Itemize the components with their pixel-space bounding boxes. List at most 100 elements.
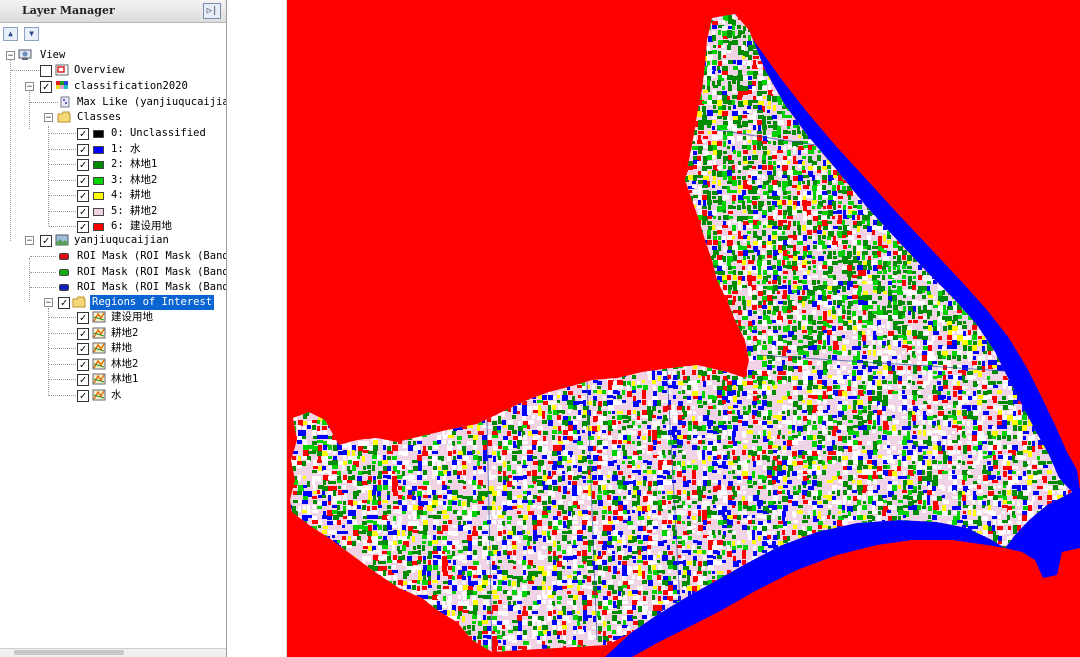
tree-label-class: 6: 建设用地 [111, 220, 172, 232]
overview-checkbox[interactable] [40, 65, 52, 77]
image-checkbox[interactable]: ✓ [40, 235, 52, 247]
roi-icon [92, 389, 106, 400]
tree-label-roi: 林地2 [111, 357, 139, 370]
roi-checkbox[interactable]: ✓ [77, 312, 89, 324]
panel-title: Layer Manager [22, 4, 115, 17]
tree-node-roi-4[interactable]: ✓ 林地1 [0, 372, 226, 387]
class-color-swatch [93, 192, 104, 200]
roi-folder-checkbox[interactable]: ✓ [58, 297, 70, 309]
class-color-swatch [93, 207, 104, 216]
class-color-swatch [93, 223, 104, 231]
class-checkbox[interactable]: ✓ [77, 174, 89, 187]
dock-icon[interactable]: ▷| [203, 3, 221, 19]
tree-label-classification: classification2020 [74, 80, 188, 92]
collapse-icon[interactable]: − [25, 82, 34, 92]
move-down-icon[interactable]: ▼ [24, 27, 39, 41]
panel-splitter[interactable] [227, 0, 287, 657]
horizontal-scrollbar[interactable] [0, 648, 226, 657]
collapse-icon[interactable]: − [6, 51, 15, 61]
tree-node-roi-5[interactable]: ✓ 水 [0, 388, 226, 403]
tree-node-classes[interactable]: − Classes [0, 110, 226, 125]
tree-label-class: 4: 耕地 [111, 189, 151, 201]
tree-node-class-3[interactable]: ✓ 3: 林地2 [0, 173, 226, 188]
class-checkbox[interactable]: ✓ [77, 221, 89, 233]
tree-node-roi-mask-0[interactable]: ROI Mask (ROI Mask (Band [0, 249, 226, 264]
roi-icon [92, 342, 106, 354]
tree-node-class-1[interactable]: ✓ 1: 水 [0, 142, 226, 157]
class-checkbox[interactable]: ✓ [77, 143, 89, 156]
tree-node-roi-mask-2[interactable]: ROI Mask (ROI Mask (Band [0, 280, 226, 295]
roi-checkbox[interactable]: ✓ [77, 343, 89, 355]
method-icon [60, 96, 70, 108]
tree-label-roi-folder: Regions of Interest [90, 295, 215, 310]
tree-label-class: 2: 林地1 [111, 158, 158, 170]
tree-label-image: yanjiuqucaijian [74, 234, 169, 246]
collapse-icon[interactable]: − [25, 236, 34, 246]
tree-label-class: 5: 耕地2 [111, 204, 158, 217]
tree-node-roi-3[interactable]: ✓ 林地2 [0, 357, 226, 372]
classification-layer-icon [56, 81, 68, 89]
tree-label-class: 0: Unclassified [111, 127, 206, 139]
tree-node-roi-folder[interactable]: − ✓ Regions of Interest [0, 295, 226, 310]
roi-checkbox[interactable]: ✓ [77, 358, 89, 371]
scrollbar-thumb[interactable] [14, 650, 124, 655]
roi-checkbox[interactable]: ✓ [77, 374, 89, 386]
roi-icon [92, 327, 106, 338]
tree-node-class-2[interactable]: ✓ 2: 林地1 [0, 157, 226, 172]
roi-checkbox[interactable]: ✓ [77, 389, 89, 402]
tree-node-image[interactable]: − ✓ yanjiuqucaijian [0, 233, 226, 248]
tree-label-view: View [40, 49, 66, 61]
tree-node-class-0[interactable]: ✓ 0: Unclassified [0, 126, 226, 141]
roi-icon [92, 373, 106, 385]
class-color-swatch [93, 130, 104, 138]
tree-node-classification[interactable]: − ✓ classification2020 [0, 79, 226, 94]
mask-icon [59, 268, 69, 276]
move-up-icon[interactable]: ▲ [3, 27, 18, 41]
class-checkbox[interactable]: ✓ [77, 128, 89, 140]
class-color-swatch [93, 176, 104, 185]
tree-node-class-6[interactable]: ✓ 6: 建设用地 [0, 219, 226, 234]
tree-label-roi: 耕地2 [111, 326, 139, 339]
tree-label-class: 1: 水 [111, 142, 141, 155]
tree-node-roi-1[interactable]: ✓ 耕地2 [0, 326, 226, 341]
tree-label-roi-mask: ROI Mask (ROI Mask (Band [77, 265, 226, 278]
layer-tree: − View Overview − ✓ classification2020 M… [0, 44, 226, 644]
tree-label-roi: 水 [111, 388, 122, 401]
overview-icon [55, 64, 69, 76]
tree-node-class-4[interactable]: ✓ 4: 耕地 [0, 188, 226, 203]
layer-manager-titlebar: Layer Manager ▷| [0, 0, 226, 23]
folder-icon [57, 111, 71, 123]
tree-label-overview: Overview [74, 64, 125, 76]
roi-icon [92, 311, 106, 323]
collapse-icon[interactable]: − [44, 298, 53, 308]
roi-icon [92, 358, 106, 369]
tree-label-roi-mask: ROI Mask (ROI Mask (Band [77, 281, 226, 293]
tree-node-view[interactable]: − View [0, 48, 226, 63]
layer-manager-panel: Layer Manager ▷| ▲ ▼ − View Overview − ✓… [0, 0, 227, 657]
tree-label-class: 3: 林地2 [111, 173, 158, 186]
collapse-icon[interactable]: − [44, 113, 53, 123]
class-checkbox[interactable]: ✓ [77, 190, 89, 202]
tree-label-classes: Classes [77, 111, 122, 123]
classification-checkbox[interactable]: ✓ [40, 81, 52, 93]
view-icon [18, 49, 32, 60]
tree-label-roi: 耕地 [111, 342, 132, 354]
tree-label-roi: 林地1 [111, 373, 139, 385]
tree-node-roi-mask-1[interactable]: ROI Mask (ROI Mask (Band [0, 265, 226, 280]
classification-map[interactable] [287, 0, 1080, 657]
mask-icon [59, 284, 69, 291]
tree-node-method[interactable]: Max Like (yanjiuqucaijian [0, 95, 226, 110]
class-color-swatch [93, 161, 104, 169]
tree-node-roi-2[interactable]: ✓ 耕地 [0, 341, 226, 356]
raster-layer-icon [55, 234, 69, 246]
class-checkbox[interactable]: ✓ [77, 205, 89, 218]
tree-label-roi-mask: ROI Mask (ROI Mask (Band [77, 250, 226, 262]
tree-label-roi: 建设用地 [111, 311, 153, 323]
tree-node-class-5[interactable]: ✓ 5: 耕地2 [0, 204, 226, 219]
tree-node-overview[interactable]: Overview [0, 63, 226, 78]
class-color-swatch [93, 145, 104, 154]
roi-checkbox[interactable]: ✓ [77, 327, 89, 340]
mask-icon [59, 253, 69, 260]
class-checkbox[interactable]: ✓ [77, 159, 89, 171]
tree-node-roi-0[interactable]: ✓ 建设用地 [0, 310, 226, 325]
